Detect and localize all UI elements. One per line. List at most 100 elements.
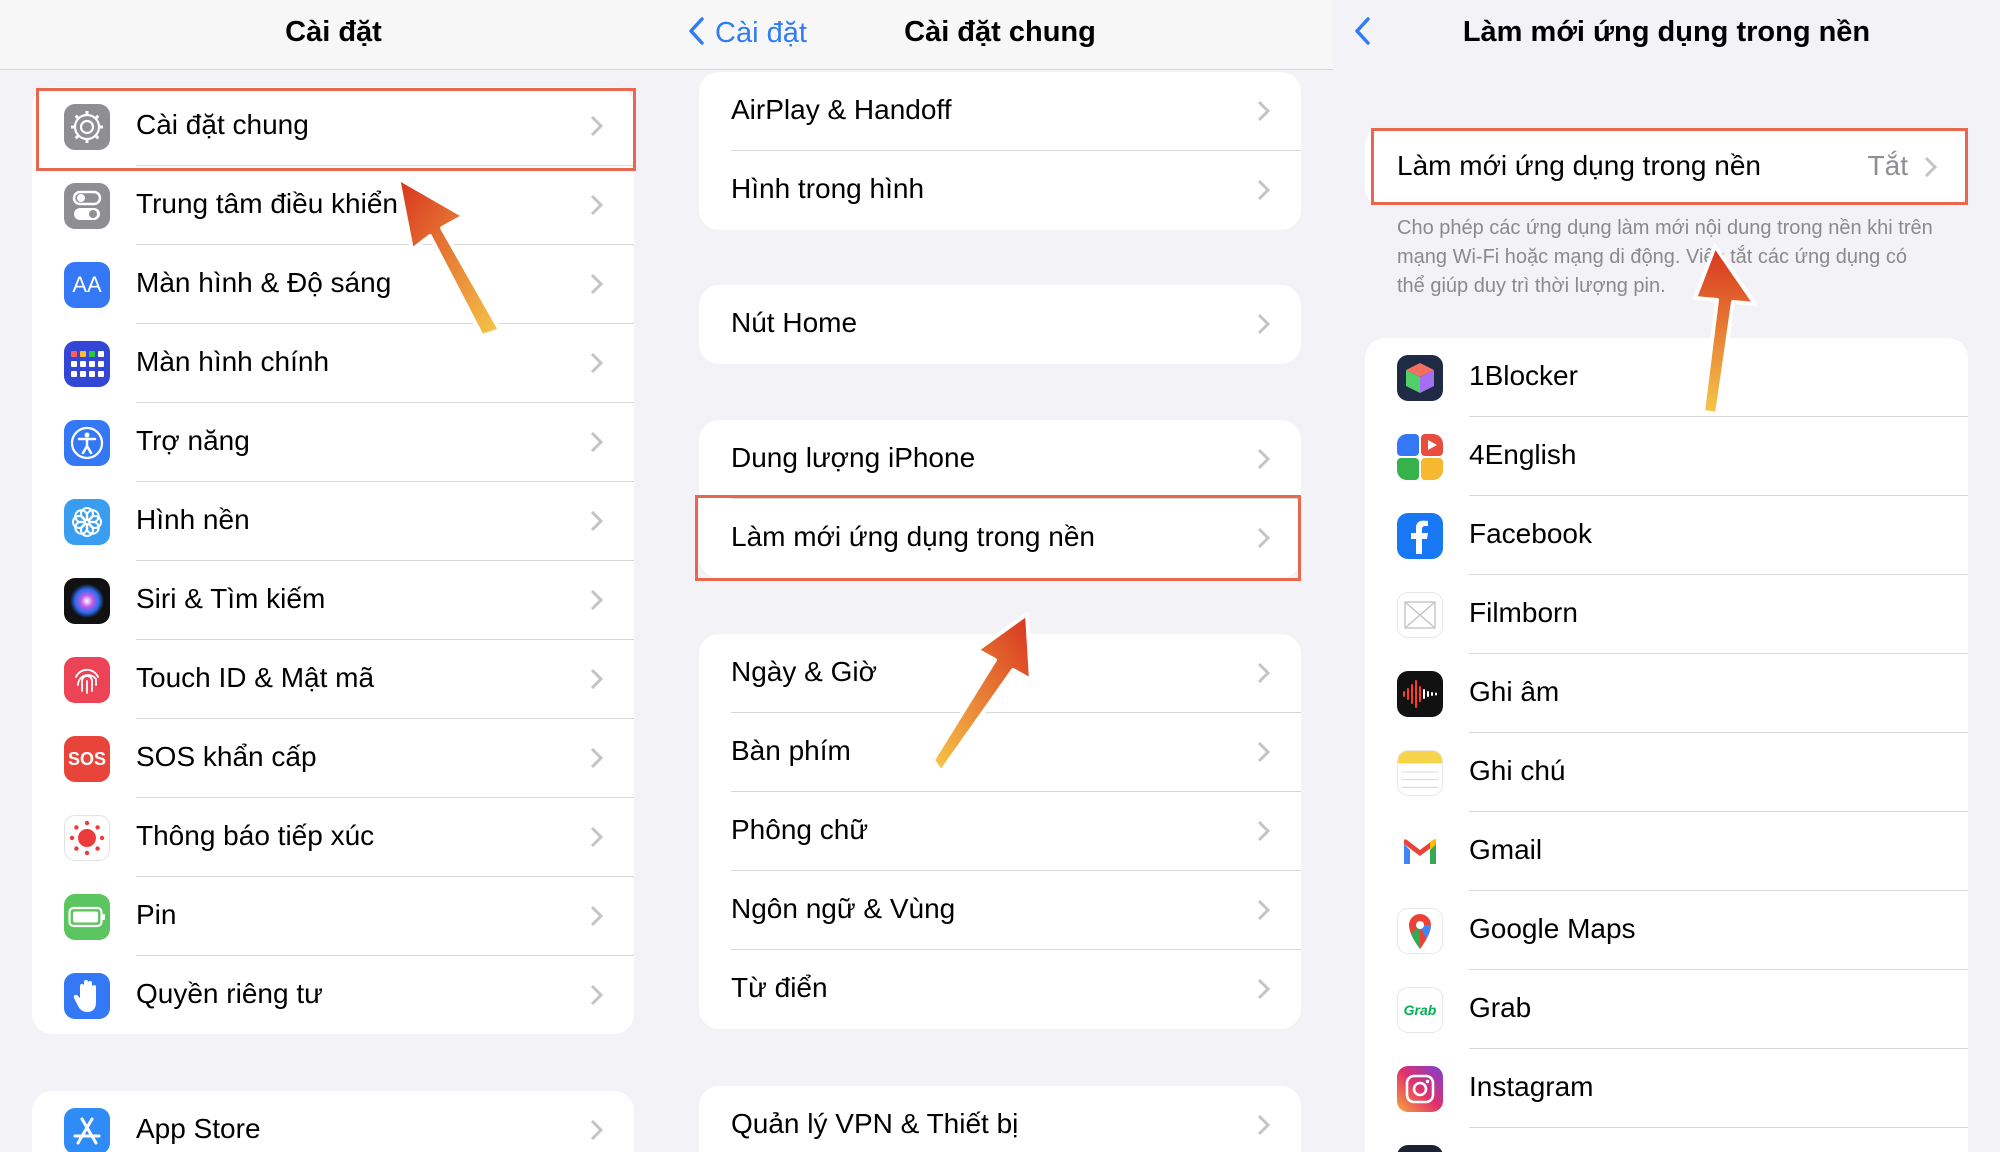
page-title: Cài đặt	[285, 16, 382, 48]
accessibility-icon	[64, 420, 110, 466]
app-label: Filmborn	[1469, 597, 1578, 628]
row-label: Màn hình & Độ sáng	[136, 267, 392, 298]
row-label: Ngày & Giờ	[731, 656, 877, 687]
app-row-voice-memos[interactable]: Ghi âm	[1365, 654, 1968, 733]
app-row-instagram[interactable]: Instagram	[1365, 1049, 1968, 1128]
4english-icon	[1397, 434, 1443, 480]
chevron-right-icon	[590, 984, 604, 1006]
app-row-google-maps[interactable]: Google Maps	[1365, 891, 1968, 970]
chevron-right-icon	[590, 905, 604, 927]
app-label: 4English	[1469, 439, 1577, 470]
row-fonts[interactable]: Phông chữ	[699, 792, 1301, 871]
app-label: Instagram	[1469, 1071, 1594, 1102]
notes-icon	[1397, 750, 1443, 796]
app-row-partial[interactable]	[1365, 1128, 1968, 1152]
row-label: Quản lý VPN & Thiết bị	[731, 1108, 1019, 1139]
settings-row-touch-id[interactable]: Touch ID & Mật mã	[32, 640, 634, 719]
settings-row-wallpaper[interactable]: Hình nền	[32, 482, 634, 561]
settings-row-accessibility[interactable]: Trợ năng	[32, 403, 634, 482]
row-dictionary[interactable]: Từ điển	[699, 950, 1301, 1029]
chevron-right-icon	[1257, 100, 1271, 122]
map-pin-icon	[1397, 908, 1443, 954]
settings-row-exposure[interactable]: Thông báo tiếp xúc	[32, 798, 634, 877]
pointer-arrow-icon	[931, 612, 1033, 774]
row-label: Dung lượng iPhone	[731, 442, 976, 473]
row-label: SOS khẩn cấp	[136, 741, 317, 772]
app-row-gmail[interactable]: Gmail	[1365, 812, 1968, 891]
pointer-arrow-icon	[1693, 244, 1757, 416]
app-row-4english[interactable]: 4English	[1365, 417, 1968, 496]
app-row-1blocker[interactable]: 1Blocker	[1365, 338, 1968, 417]
fingerprint-icon	[64, 657, 110, 703]
chevron-right-icon	[1257, 448, 1271, 470]
store-group: App Store	[32, 1091, 634, 1152]
chevron-right-icon	[590, 194, 604, 216]
row-label: Màn hình chính	[136, 346, 330, 377]
app-label: Google Maps	[1469, 913, 1636, 944]
apps-group: 1Blocker 4English Facebook Filmborn Ghi …	[1365, 338, 1968, 1152]
row-label: Hình nền	[136, 504, 250, 535]
app-row-facebook[interactable]: Facebook	[1365, 496, 1968, 575]
row-home-button[interactable]: Nút Home	[699, 285, 1301, 364]
row-label: Ngôn ngữ & Vùng	[731, 893, 956, 924]
row-label: Từ điển	[731, 972, 828, 1003]
settings-row-sos[interactable]: SOS SOS khẩn cấp	[32, 719, 634, 798]
settings-row-privacy[interactable]: Quyền riêng tư	[32, 956, 634, 1034]
row-label: Thông báo tiếp xúc	[136, 820, 375, 851]
settings-row-home-screen[interactable]: Màn hình chính	[32, 324, 634, 403]
chevron-right-icon	[1257, 978, 1271, 1000]
app-row-filmborn[interactable]: Filmborn	[1365, 575, 1968, 654]
settings-row-app-store[interactable]: App Store	[32, 1091, 634, 1152]
sos-icon: SOS	[64, 736, 110, 782]
settings-row-siri[interactable]: Siri & Tìm kiếm	[32, 561, 634, 640]
app-label: Grab	[1469, 992, 1532, 1023]
nav-bar: Cài đặt	[0, 0, 667, 70]
highlight-box	[695, 495, 1301, 581]
chevron-right-icon	[1257, 741, 1271, 763]
app-label: Facebook	[1469, 518, 1592, 549]
app-store-icon	[64, 1108, 110, 1152]
settings-row-display[interactable]: AA Màn hình & Độ sáng	[32, 245, 634, 324]
row-airplay[interactable]: AirPlay & Handoff	[699, 72, 1301, 151]
row-language-region[interactable]: Ngôn ngữ & Vùng	[699, 871, 1301, 950]
chevron-right-icon	[590, 589, 604, 611]
row-picture-in-picture[interactable]: Hình trong hình	[699, 151, 1301, 230]
row-label: Pin	[136, 899, 177, 930]
row-label: Siri & Tìm kiếm	[136, 583, 326, 614]
general-group-5: Quản lý VPN & Thiết bị	[699, 1086, 1301, 1152]
settings-group: Cài đặt chung Trung tâm điều khiển AA Mà…	[32, 87, 634, 1034]
general-group-2: Nút Home	[699, 285, 1301, 364]
row-label: Touch ID & Mật mã	[136, 662, 375, 693]
app-icon	[1397, 1145, 1443, 1152]
app-row-grab[interactable]: Grab Grab	[1365, 970, 1968, 1049]
app-grid-icon	[64, 341, 110, 387]
page-title: Làm mới ứng dụng trong nền	[1462, 16, 1871, 48]
chevron-right-icon	[1257, 820, 1271, 842]
row-iphone-storage[interactable]: Dung lượng iPhone	[699, 420, 1301, 499]
row-label: Trợ năng	[136, 425, 250, 456]
gmail-icon	[1397, 829, 1443, 875]
placeholder-app-icon	[1397, 592, 1443, 638]
app-label: 1Blocker	[1469, 360, 1578, 391]
exposure-icon	[64, 815, 110, 861]
row-label: Phông chữ	[731, 814, 869, 845]
chevron-right-icon	[1257, 662, 1271, 684]
row-label: Bàn phím	[731, 735, 851, 766]
chevron-right-icon	[590, 431, 604, 453]
general-group-1: AirPlay & Handoff Hình trong hình	[699, 72, 1301, 230]
app-label: Gmail	[1469, 834, 1543, 865]
text-size-icon: AA	[64, 262, 110, 308]
toggles-icon	[64, 183, 110, 229]
nav-bar: Cài đặt Cài đặt chung	[667, 0, 1333, 70]
chevron-right-icon	[1257, 899, 1271, 921]
app-row-notes[interactable]: Ghi chú	[1365, 733, 1968, 812]
page-title: Cài đặt chung	[904, 16, 1096, 48]
chevron-right-icon	[590, 1119, 604, 1141]
nav-bar: Làm mới ứng dụng trong nền	[1333, 0, 2000, 69]
general-panel: Cài đặt Cài đặt chung AirPlay & Handoff …	[667, 0, 1333, 1152]
row-vpn-device[interactable]: Quản lý VPN & Thiết bị	[699, 1086, 1301, 1152]
hand-icon	[64, 973, 110, 1019]
settings-row-battery[interactable]: Pin	[32, 877, 634, 956]
chevron-right-icon	[590, 747, 604, 769]
settings-row-control-center[interactable]: Trung tâm điều khiển	[32, 166, 634, 245]
